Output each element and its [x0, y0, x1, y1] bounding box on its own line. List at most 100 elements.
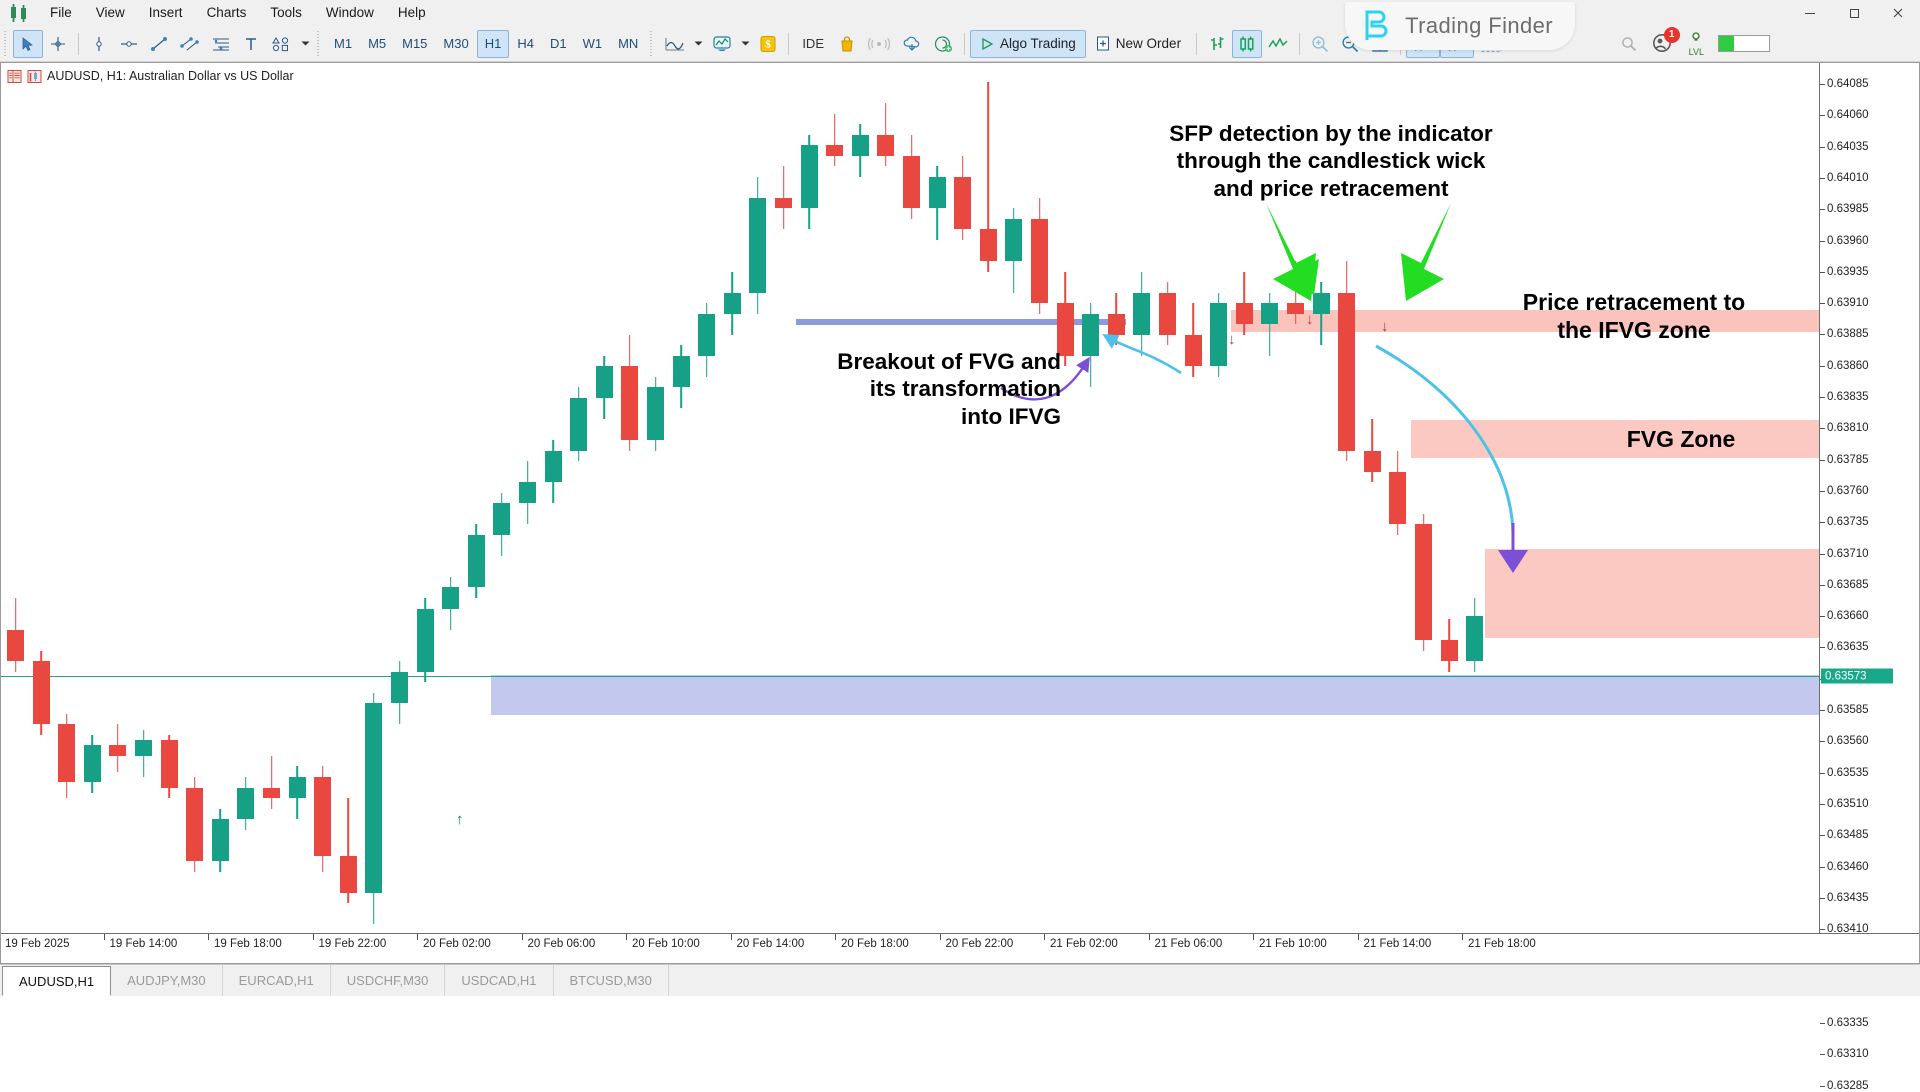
candle-body: [212, 819, 229, 861]
toolbar-grip-indicators[interactable]: [649, 31, 656, 57]
annotation-breakout: Breakout of FVG andits transformationint…: [761, 348, 1061, 430]
level-label: LVL: [1689, 48, 1704, 57]
chart-tab-eurcad[interactable]: EURCAD,H1: [223, 965, 331, 996]
new-order-button[interactable]: New Order: [1086, 30, 1191, 58]
menu-item-window[interactable]: Window: [314, 2, 386, 24]
chart-tab-btcusd[interactable]: BTCUSD,M30: [554, 965, 669, 996]
chart-thumbnail-icon: [27, 69, 42, 84]
chart-tab-audjpy[interactable]: AUDJPY,M30: [111, 965, 223, 996]
price-tick-label: 0.63785: [1827, 454, 1869, 466]
candlestick: [826, 114, 843, 167]
search-icon[interactable]: [1621, 36, 1637, 52]
price-axis[interactable]: 0.640850.640600.640350.640100.639850.639…: [1819, 63, 1919, 933]
cloud-icon[interactable]: [896, 30, 928, 58]
market-bag-icon[interactable]: [832, 30, 862, 58]
chart-tab-audusd[interactable]: AUDUSD,H1: [2, 966, 111, 996]
candle-body: [289, 777, 306, 798]
new-order-label: New Order: [1116, 36, 1181, 51]
timeframe-h1[interactable]: H1: [477, 30, 510, 58]
bar-chart-icon[interactable]: [1202, 30, 1232, 58]
timeframe-h4[interactable]: H4: [509, 30, 542, 58]
candlestick-icon[interactable]: [1232, 30, 1262, 58]
zoom-in-icon[interactable]: [1305, 30, 1335, 58]
indicators-icon[interactable]: [706, 30, 738, 58]
time-tick-label: 21 Feb 06:00: [1155, 938, 1223, 950]
trendline-icon[interactable]: [144, 30, 174, 58]
chart-tab-usdchf[interactable]: USDCHF,M30: [331, 965, 446, 996]
candle-body: [673, 356, 690, 388]
time-tick: [208, 934, 209, 940]
time-tick: [1462, 934, 1463, 940]
candle-body: [621, 366, 638, 440]
candlestick: [1210, 293, 1227, 377]
price-tick-label: 0.63960: [1827, 235, 1869, 247]
menu-item-file[interactable]: File: [38, 2, 84, 24]
time-tick: [731, 934, 732, 940]
vps-icon[interactable]: [928, 30, 959, 58]
price-tick-label: 0.64010: [1827, 172, 1869, 184]
candlestick: [1389, 451, 1406, 535]
candle-body: [468, 535, 485, 588]
timeframe-m1[interactable]: M1: [326, 30, 360, 58]
menu-item-help[interactable]: Help: [386, 2, 438, 24]
trading-finder-badge: Trading Finder: [1345, 2, 1575, 50]
menu-item-tools[interactable]: Tools: [258, 2, 314, 24]
candle-body: [877, 135, 894, 156]
algo-trading-button[interactable]: Algo Trading: [970, 30, 1086, 58]
candlestick: [621, 335, 638, 451]
timeframe-m5[interactable]: M5: [360, 30, 394, 58]
line-chart-icon[interactable]: [659, 30, 691, 58]
bullish-zone-band: [491, 675, 1819, 715]
candlestick: [929, 166, 946, 240]
time-axis[interactable]: 19 Feb 202519 Feb 14:0019 Feb 18:0019 Fe…: [1, 933, 1919, 963]
price-tick-label: 0.63485: [1827, 829, 1869, 841]
play-icon: [980, 37, 994, 51]
line-chart-dropdown-icon[interactable]: [691, 30, 706, 58]
chart-area[interactable]: AUDUSD, H1: Australian Dollar vs US Doll…: [0, 62, 1920, 964]
chart-plot[interactable]: ↓ ↓ ↓ ↑: [1, 63, 1819, 933]
candle-body: [1108, 314, 1125, 335]
equidistant-channel-icon[interactable]: [174, 30, 206, 58]
text-icon[interactable]: [236, 30, 266, 58]
close-button[interactable]: [1876, 0, 1920, 26]
shapes-dropdown-icon[interactable]: [298, 30, 313, 58]
time-tick: [313, 934, 314, 940]
line-icon[interactable]: [1262, 30, 1294, 58]
timeframe-d1[interactable]: D1: [542, 30, 575, 58]
toolbar-grip-timeframes[interactable]: [316, 31, 323, 57]
price-tick-label: 0.63985: [1827, 203, 1869, 215]
time-tick: [835, 934, 836, 940]
horizontal-line-icon[interactable]: [114, 30, 144, 58]
fibonacci-icon[interactable]: [206, 30, 236, 58]
indicators-dropdown-icon[interactable]: [738, 30, 753, 58]
chart-tab-usdcad[interactable]: USDCAD,H1: [445, 965, 553, 996]
timeframe-mn[interactable]: MN: [610, 30, 646, 58]
candle-body: [1159, 293, 1176, 335]
timeframe-m30[interactable]: M30: [435, 30, 476, 58]
timeframe-m15[interactable]: M15: [394, 30, 435, 58]
candlestick: [135, 730, 152, 777]
price-tick-label: 0.63335: [1827, 1017, 1869, 1029]
candlestick: [186, 777, 203, 872]
time-tick-label: 20 Feb 10:00: [632, 938, 700, 950]
auto-trading-icon[interactable]: $: [753, 30, 783, 58]
notifications-button[interactable]: 1: [1651, 32, 1675, 56]
level-indicator[interactable]: LVL: [1689, 30, 1704, 57]
menu-item-insert[interactable]: Insert: [137, 2, 195, 24]
price-tick: [1820, 554, 1825, 555]
menu-item-charts[interactable]: Charts: [195, 2, 259, 24]
signals-icon[interactable]: [862, 30, 896, 58]
toolbar-grip[interactable]: [3, 31, 10, 57]
cursor-icon[interactable]: [13, 30, 43, 58]
minimize-button[interactable]: [1788, 0, 1832, 26]
vertical-line-icon[interactable]: [84, 30, 114, 58]
ide-button[interactable]: IDE: [794, 30, 832, 58]
price-tick: [1820, 804, 1825, 805]
candle-body: [1389, 472, 1406, 525]
menu-item-view[interactable]: View: [84, 2, 137, 24]
candlestick: [58, 714, 75, 798]
timeframe-w1[interactable]: W1: [575, 30, 611, 58]
shapes-icon[interactable]: [266, 30, 298, 58]
crosshair-icon[interactable]: [43, 30, 73, 58]
maximize-button[interactable]: [1832, 0, 1876, 26]
